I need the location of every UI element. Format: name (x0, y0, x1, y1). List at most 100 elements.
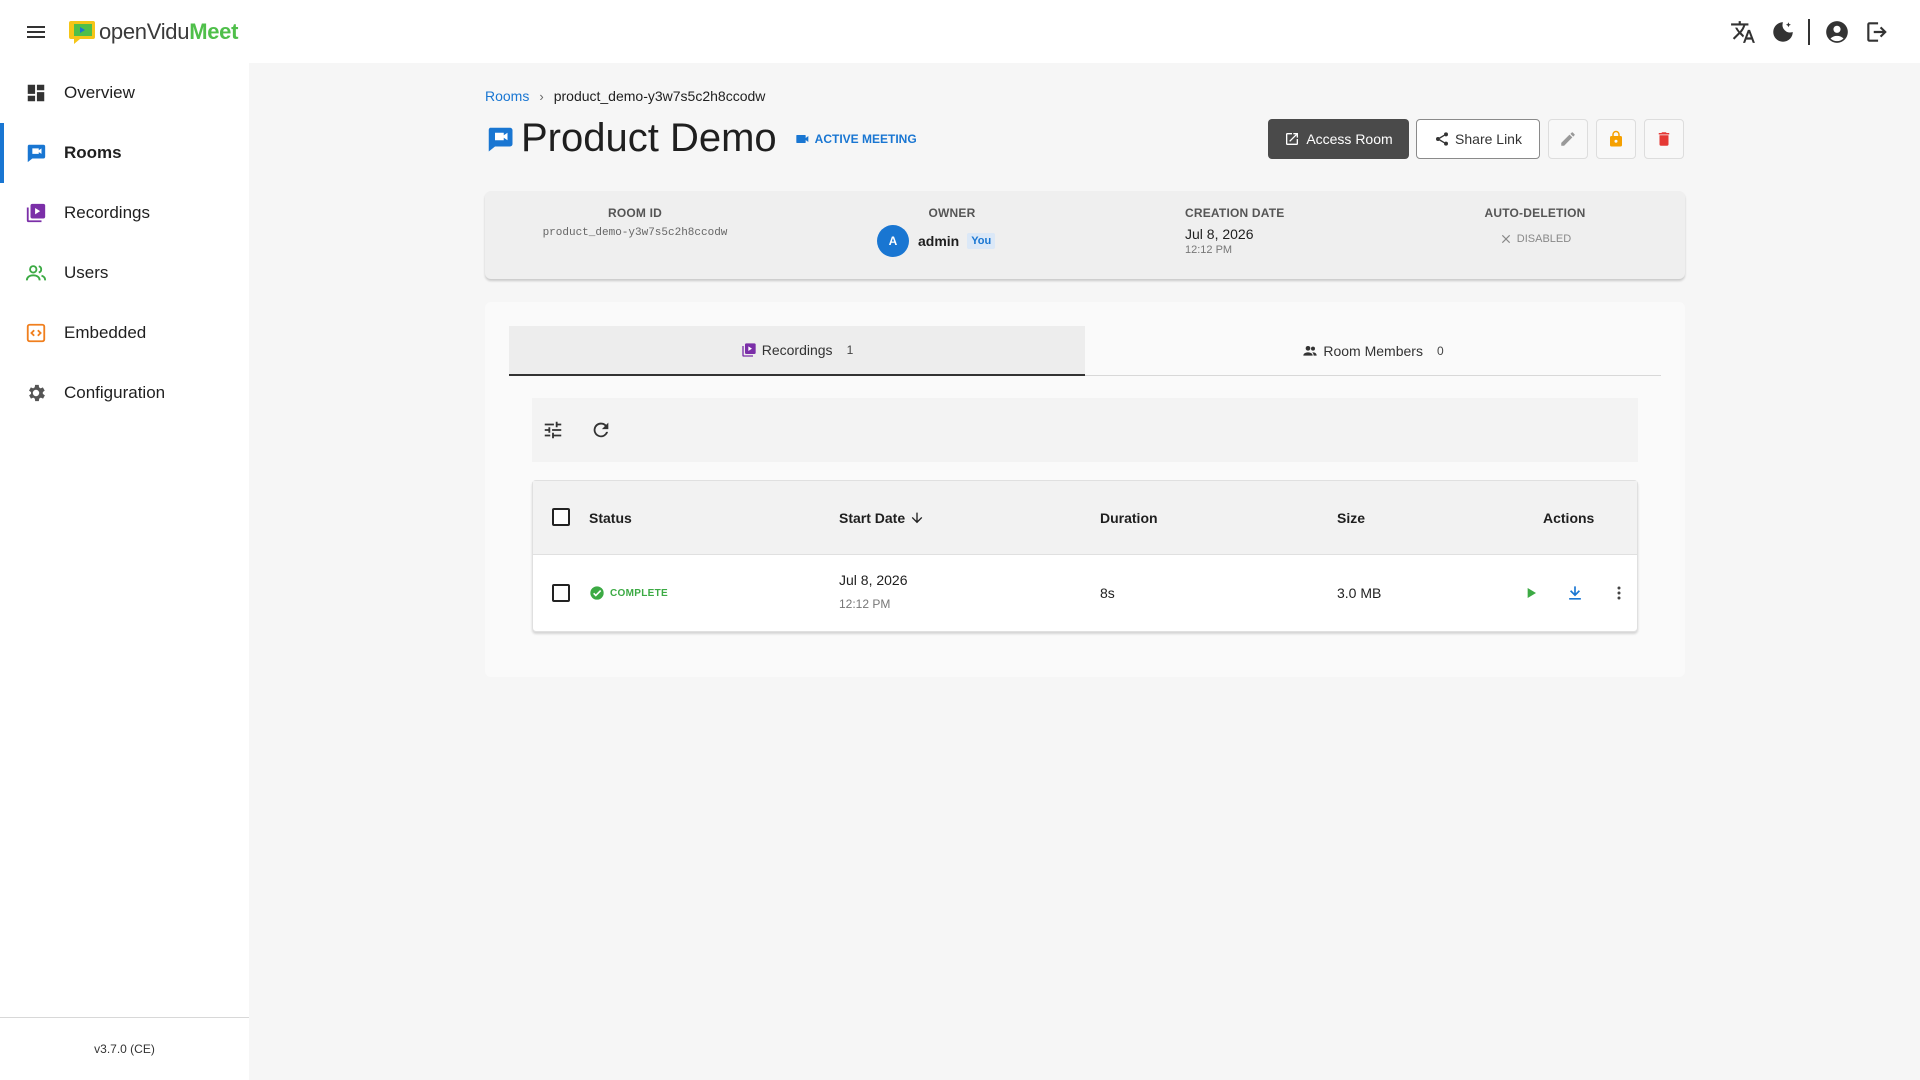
sidebar-item-recordings[interactable]: Recordings (0, 183, 249, 243)
lock-icon (1610, 130, 1622, 147)
translate-icon[interactable] (1730, 19, 1756, 45)
table-header: Status Start Date Duration Size Actions (533, 481, 1637, 555)
lock-button[interactable] (1596, 119, 1636, 159)
sidebar-nav: Overview Rooms Recordings Users Embedded… (0, 63, 249, 423)
status-text: COMPLETE (610, 587, 668, 599)
chat-room-icon (485, 124, 515, 154)
trash-icon (1658, 132, 1670, 146)
column-header-status[interactable]: Status (589, 510, 632, 526)
room-id-section: ROOM ID product_demo-y3w7s5c2h8ccodw (525, 206, 745, 239)
breadcrumb: Rooms › product_demo-y3w7s5c2h8ccodw (485, 88, 765, 104)
sidebar-item-overview[interactable]: Overview (0, 63, 249, 123)
open-in-new-icon (1286, 133, 1299, 145)
sidebar-item-label: Recordings (64, 203, 150, 222)
tab-recordings[interactable]: Recordings 1 (509, 326, 1085, 376)
logo-mark-icon (68, 19, 96, 45)
users-icon (25, 262, 47, 284)
start-date-cell: Jul 8, 2026 (839, 572, 908, 588)
owner-section: OWNER A admin You (877, 206, 1027, 257)
recordings-table: Status Start Date Duration Size Actions … (532, 480, 1638, 632)
column-header-size[interactable]: Size (1337, 510, 1365, 526)
tab-bar: Recordings 1 Room Members 0 (509, 326, 1661, 376)
logout-icon[interactable] (1864, 19, 1890, 45)
status-badge: COMPLETE (589, 585, 668, 601)
owner-row: A admin You (877, 225, 1027, 257)
room-actions: Access Room Share Link (1268, 119, 1684, 159)
access-room-button[interactable]: Access Room (1268, 119, 1409, 159)
top-actions (1716, 19, 1890, 45)
you-chip: You (967, 233, 996, 249)
status-badge: ACTIVE MEETING (795, 131, 917, 147)
share-link-button[interactable]: Share Link (1416, 119, 1540, 159)
size-cell: 3.0 MB (1337, 585, 1382, 601)
logo-text-plain: openVidu (99, 19, 190, 44)
column-header-start-date[interactable]: Start Date (839, 510, 925, 526)
videocam-icon (796, 134, 809, 143)
column-header-duration[interactable]: Duration (1100, 510, 1158, 526)
start-time-cell: 12:12 PM (839, 597, 891, 611)
page-header: Product Demo ACTIVE MEETING (485, 116, 917, 161)
sidebar-item-embedded[interactable]: Embedded (0, 303, 249, 363)
sidebar-item-label: Rooms (64, 143, 122, 162)
more-vert-icon[interactable] (1609, 583, 1629, 603)
arrow-down-icon (911, 512, 923, 524)
sidebar-item-label: Overview (64, 83, 135, 102)
tab-label: Room Members (1323, 342, 1423, 359)
sidebar: Overview Rooms Recordings Users Embedded… (0, 63, 249, 1080)
tab-room-members[interactable]: Room Members 0 (1085, 326, 1661, 375)
filter-icon[interactable] (542, 419, 564, 441)
pencil-icon (1561, 132, 1575, 146)
creation-date-value: Jul 8, 2026 (1185, 226, 1254, 242)
room-content-panel: Recordings 1 Room Members 0 Status Start… (485, 302, 1685, 677)
sidebar-item-rooms[interactable]: Rooms (0, 123, 249, 183)
column-header-actions: Actions (1543, 510, 1595, 526)
auto-deletion-label: AUTO-DELETION (1484, 206, 1586, 220)
table-row[interactable]: COMPLETE Jul 8, 2026 12:12 PM 8s 3.0 MB (533, 555, 1637, 631)
version-label: v3.7.0 (CE) (0, 1017, 249, 1080)
top-bar: openViduMeet (0, 0, 1920, 63)
group-icon (1303, 345, 1318, 356)
menu-icon[interactable] (23, 20, 49, 44)
edit-button[interactable] (1548, 119, 1588, 159)
tab-count: 1 (846, 343, 854, 357)
theme-toggle-icon[interactable] (1770, 19, 1796, 45)
recordings-toolbar (532, 398, 1638, 462)
owner-name: admin (918, 233, 960, 249)
breadcrumb-current: product_demo-y3w7s5c2h8ccodw (553, 88, 766, 104)
auto-deletion-value: DISABLED (1475, 232, 1595, 246)
download-icon[interactable] (1565, 583, 1585, 603)
divider (1808, 19, 1810, 45)
tab-count: 0 (1436, 343, 1444, 358)
share-link-label: Share Link (1455, 131, 1522, 147)
auto-deletion-text: DISABLED (1516, 233, 1572, 245)
access-room-label: Access Room (1306, 131, 1393, 147)
owner-label: OWNER (928, 206, 976, 220)
dashboard-icon (25, 82, 47, 104)
avatar: A (877, 225, 909, 257)
check-circle-icon (590, 586, 604, 600)
row-checkbox[interactable] (552, 584, 570, 602)
auto-deletion-section: AUTO-DELETION DISABLED (1475, 206, 1595, 246)
duration-cell: 8s (1100, 585, 1115, 601)
sidebar-item-users[interactable]: Users (0, 243, 249, 303)
delete-button[interactable] (1644, 119, 1684, 159)
sidebar-item-configuration[interactable]: Configuration (0, 363, 249, 423)
sidebar-item-label: Embedded (64, 323, 147, 342)
account-icon[interactable] (1824, 19, 1850, 45)
select-all-checkbox[interactable] (552, 508, 570, 526)
room-id-value: product_demo-y3w7s5c2h8ccodw (542, 227, 728, 239)
refresh-icon[interactable] (590, 419, 612, 441)
code-icon (25, 322, 47, 344)
creation-date-section: CREATION DATE Jul 8, 2026 12:12 PM (1185, 206, 1325, 256)
app-logo: openViduMeet (68, 19, 238, 45)
chat-room-icon (25, 142, 47, 164)
creation-date-label: CREATION DATE (1185, 206, 1285, 220)
page-title: Product Demo (521, 116, 777, 160)
play-icon[interactable] (1521, 583, 1541, 603)
logo-text: openViduMeet (99, 19, 238, 45)
room-info-card: ROOM ID product_demo-y3w7s5c2h8ccodw OWN… (485, 191, 1685, 279)
logo-text-bold: Meet (189, 19, 239, 44)
video-library-icon (742, 343, 756, 357)
breadcrumb-rooms-link[interactable]: Rooms (485, 88, 529, 104)
video-library-icon (25, 202, 47, 224)
